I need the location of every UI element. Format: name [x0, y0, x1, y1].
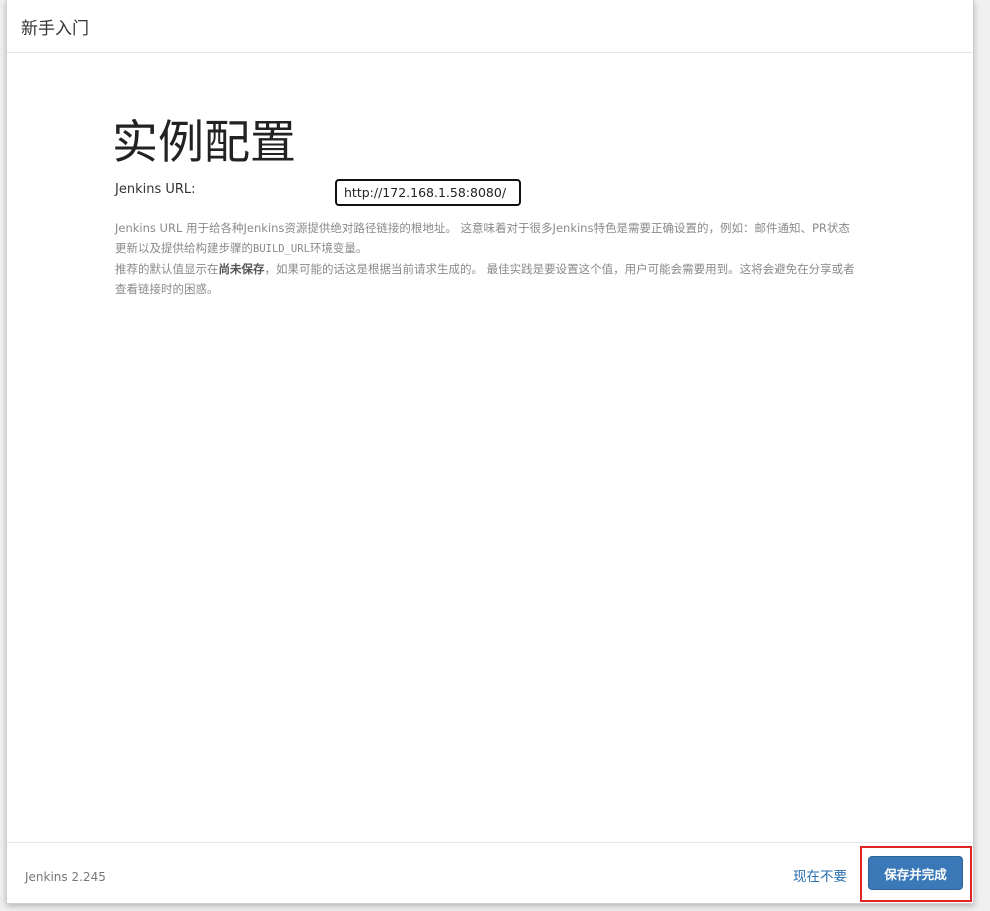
url-row: Jenkins URL:: [112, 176, 862, 206]
dialog-title: 新手入门: [21, 19, 89, 39]
help-text-1a: Jenkins URL 用于给各种Jenkins资源提供绝对路径链接的根地址。 …: [115, 221, 850, 255]
dialog-footer: Jenkins 2.245 现在不要 保存并完成: [7, 842, 973, 903]
help-paragraph-2: 推荐的默认值显示在尚未保存，如果可能的话这是根据当前请求生成的。 最佳实践是要设…: [115, 259, 860, 299]
help-paragraph-1: Jenkins URL 用于给各种Jenkins资源提供绝对路径链接的根地址。 …: [115, 218, 860, 259]
jenkins-version: Jenkins 2.245: [25, 870, 106, 884]
help-strong-not-saved: 尚未保存: [218, 262, 265, 276]
instance-config-panel: 实例配置 Jenkins URL: Jenkins URL 用于给各种Jenki…: [112, 110, 862, 299]
dialog-header: 新手入门: [7, 0, 973, 53]
help-text-2a: 推荐的默认值显示在: [115, 262, 219, 276]
build-url-code: BUILD_URL: [253, 243, 310, 255]
setup-wizard-dialog: 新手入门 实例配置 Jenkins URL: Jenkins URL 用于给各种…: [6, 0, 974, 904]
page-title: 实例配置: [112, 115, 296, 169]
help-text-1b: 环境变量。: [309, 241, 368, 255]
jenkins-url-label: Jenkins URL:: [115, 182, 196, 197]
save-and-finish-button[interactable]: 保存并完成: [868, 856, 963, 890]
skip-link[interactable]: 现在不要: [793, 865, 847, 885]
jenkins-url-help: Jenkins URL 用于给各种Jenkins资源提供绝对路径链接的根地址。 …: [112, 218, 860, 299]
jenkins-url-input[interactable]: [335, 179, 521, 206]
